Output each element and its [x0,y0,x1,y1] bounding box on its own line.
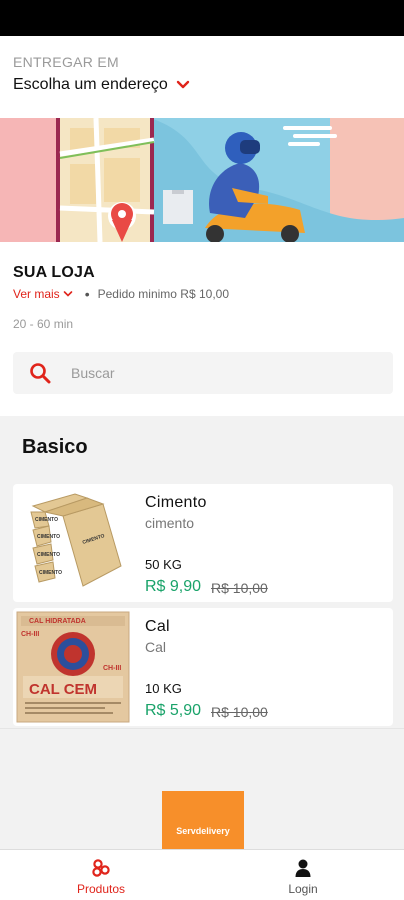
product-image: CIMENTO CIMENTO CIMENTO CIMENTO CIMENTO [15,486,131,600]
nav-login-label: Login [288,882,318,896]
deliver-to-caption: ENTREGAR EM [13,54,119,70]
store-banner [0,118,404,242]
brand-name: Servdelivery [176,826,230,836]
search-icon [30,363,51,384]
store-info: SUA LOJA Ver mais • Pedido minimo R$ 10,… [0,242,404,416]
meta-separator: • [84,286,90,302]
brand-logo: Servdelivery [162,791,244,849]
svg-text:CAL CEM: CAL CEM [29,681,97,698]
product-card[interactable]: CIMENTO CIMENTO CIMENTO CIMENTO CIMENTO … [13,484,393,602]
category-title: Basico [22,436,88,458]
chevron-down-icon [63,291,72,297]
nav-products[interactable]: Produtos [0,850,202,900]
nav-products-label: Produtos [76,882,126,896]
min-order: Pedido minimo R$ 10,00 [97,287,230,301]
product-name: Cimento [145,494,207,511]
user-icon [295,859,311,877]
product-image: CAL HIDRATADA CH-III CH-III CAL CEM [15,610,131,724]
search-placeholder: Buscar [71,365,115,381]
products-icon [92,859,110,877]
product-description: Cal [145,639,167,655]
product-price: R$ 9,90 [145,578,202,595]
search-bar[interactable]: Buscar [13,352,393,394]
delivery-eta: 20 - 60 min [13,317,74,331]
nav-login[interactable]: Login [202,850,404,900]
svg-text:CIMENTO: CIMENTO [37,534,60,540]
delivery-header: ENTREGAR EM Escolha um endereço [0,36,404,118]
product-old-price: R$ 10,00 [211,580,268,596]
see-more-link[interactable]: Ver mais [13,287,73,301]
store-name: SUA LOJA [13,264,95,281]
address-selector[interactable]: Escolha um endereço [13,76,190,94]
store-meta: Ver mais • Pedido minimo R$ 10,00 [13,286,229,302]
divider [0,728,404,729]
product-description: cimento [145,515,195,531]
product-unit: 10 KG [145,681,182,696]
svg-text:CH-III: CH-III [103,665,121,672]
see-more-label: Ver mais [13,287,60,301]
svg-text:CH-III: CH-III [21,631,39,638]
svg-text:CIMENTO: CIMENTO [39,570,62,576]
product-unit: 50 KG [145,557,182,572]
product-price: R$ 5,90 [145,702,202,719]
product-old-price: R$ 10,00 [211,704,268,720]
svg-text:CIMENTO: CIMENTO [37,552,60,558]
svg-text:CIMENTO: CIMENTO [35,517,58,523]
bottom-nav: Produtos Login [0,849,404,900]
status-bar [0,0,404,36]
address-label: Escolha um endereço [13,76,168,93]
svg-text:CAL HIDRATADA: CAL HIDRATADA [29,618,86,625]
chevron-down-icon [176,80,189,89]
product-name: Cal [145,618,170,635]
product-card[interactable]: CAL HIDRATADA CH-III CH-III CAL CEM Cal … [13,608,393,726]
